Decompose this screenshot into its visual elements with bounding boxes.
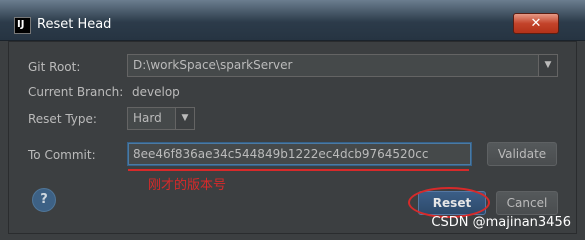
reset-head-dialog: IJ Reset Head ✕ Git Root: D:\workSpace\s…	[0, 0, 585, 240]
help-icon[interactable]: ?	[32, 188, 56, 212]
reset-type-value: Hard	[133, 111, 162, 125]
intellij-app-icon: IJ	[14, 17, 31, 34]
reset-type-select[interactable]: Hard ▼	[127, 107, 195, 130]
commit-hash-input[interactable]: 8ee46f836ae34c544849b1222ec4dcb9764520cc	[128, 143, 471, 165]
git-root-value: D:\workSpace\sparkServer	[133, 58, 293, 72]
annotation-underline	[128, 169, 469, 171]
window-title: Reset Head	[37, 17, 112, 32]
git-root-select[interactable]: D:\workSpace\sparkServer ▼	[127, 54, 558, 77]
to-commit-label: To Commit:	[28, 148, 96, 162]
annotation-text: 刚才的版本号	[148, 178, 227, 193]
app-icon-text: IJ	[17, 19, 25, 30]
current-branch-label: Current Branch:	[28, 85, 124, 99]
current-branch-value: develop	[132, 85, 180, 99]
cancel-button[interactable]: Cancel	[496, 191, 558, 215]
git-root-label: Git Root:	[28, 60, 81, 74]
title-bar[interactable]: IJ Reset Head ✕	[0, 0, 585, 41]
validate-button[interactable]: Validate	[487, 142, 557, 166]
annotation-circle	[408, 187, 490, 218]
chevron-down-icon[interactable]: ▼	[538, 55, 557, 76]
close-icon[interactable]: ✕	[513, 13, 559, 34]
watermark: CSDN @majinan3456	[431, 215, 571, 230]
chevron-down-icon[interactable]: ▼	[175, 108, 194, 129]
reset-type-label: Reset Type:	[28, 112, 97, 126]
